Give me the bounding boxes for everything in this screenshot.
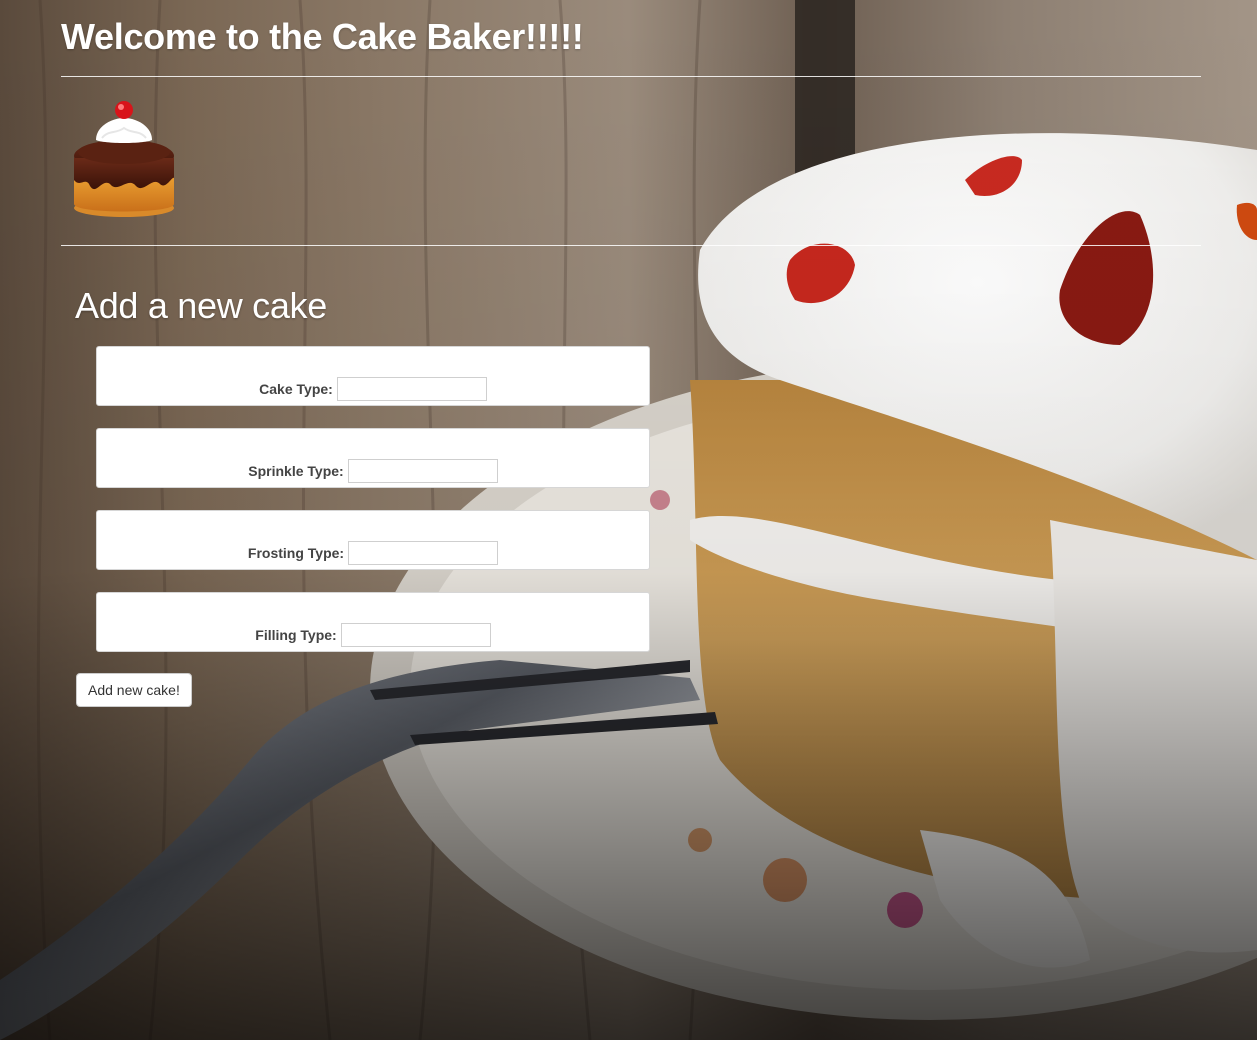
frosting-type-input[interactable] [348, 541, 499, 565]
cake-type-input[interactable] [336, 377, 487, 401]
cake-type-label: Cake Type: [259, 381, 333, 397]
cake-icon [68, 96, 180, 222]
filling-type-card: Filling Type: [96, 592, 650, 652]
sprinkle-type-label: Sprinkle Type: [248, 463, 344, 479]
form-heading: Add a new cake [75, 285, 327, 326]
cake-type-card: Cake Type: [96, 346, 650, 406]
add-new-cake-button[interactable]: Add new cake! [76, 673, 192, 707]
sprinkle-type-card: Sprinkle Type: [96, 428, 650, 488]
page-title: Welcome to the Cake Baker!!!!! [61, 16, 584, 57]
filling-type-input[interactable] [340, 623, 491, 647]
frosting-type-card: Frosting Type: [96, 510, 650, 570]
sprinkle-type-input[interactable] [347, 459, 498, 483]
logo-divider [61, 245, 1201, 246]
filling-type-label: Filling Type: [255, 627, 337, 643]
frosting-type-label: Frosting Type: [247, 545, 345, 561]
header-divider [61, 76, 1201, 77]
